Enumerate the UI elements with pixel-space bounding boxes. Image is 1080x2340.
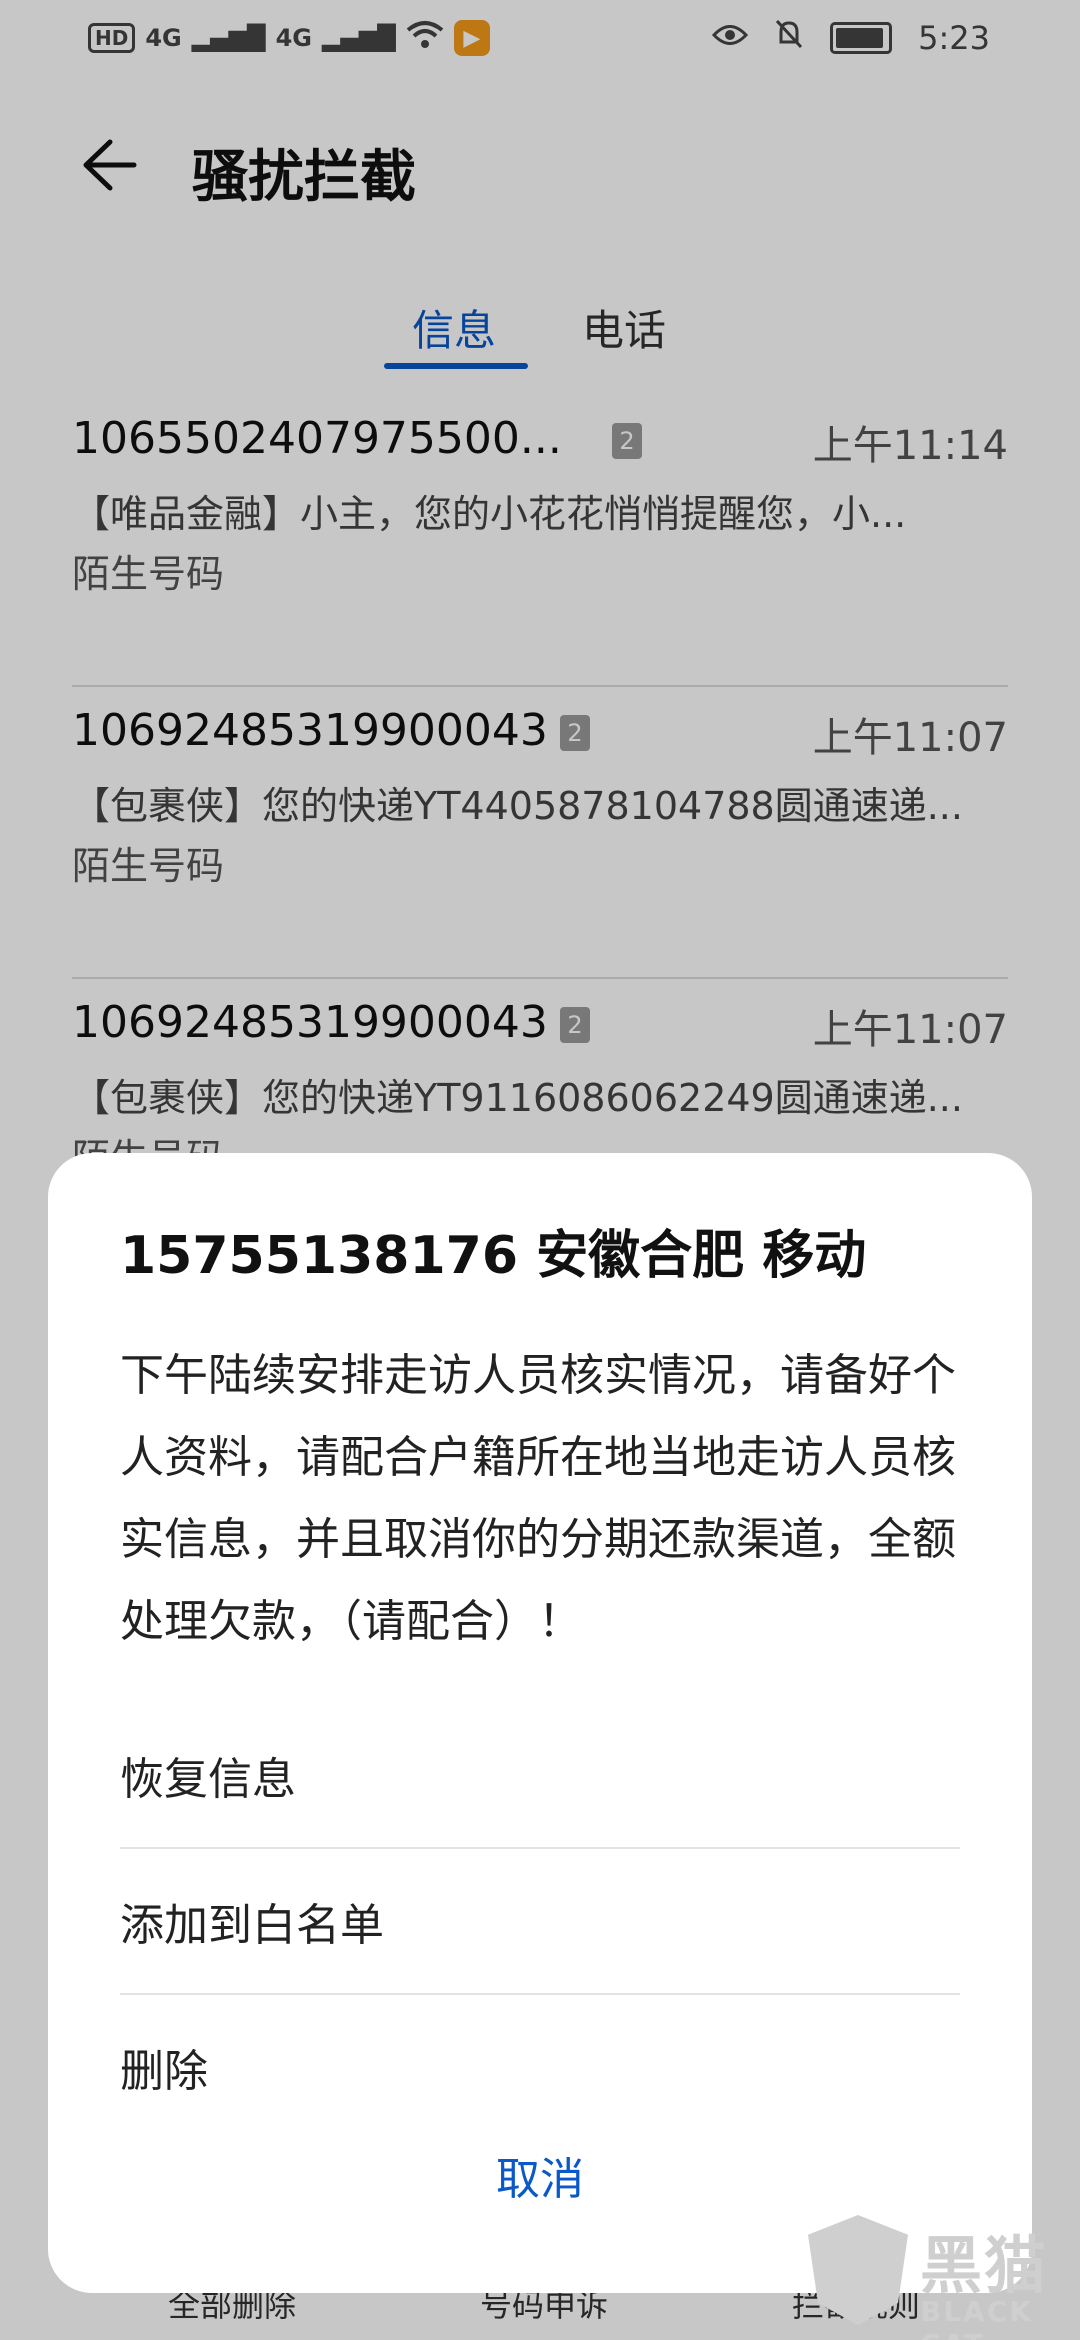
cat-shield-icon [808, 2215, 908, 2325]
watermark-cn: 黑猫 [920, 2229, 1049, 2302]
dialog-actions: 恢复信息 添加到白名单 删除 [120, 1703, 960, 2139]
watermark-en: BLACK CAT [920, 2295, 1034, 2340]
delete-button[interactable]: 删除 [120, 1995, 960, 2139]
add-to-whitelist-button[interactable]: 添加到白名单 [120, 1849, 960, 1995]
message-options-dialog: 15755138176 安徽合肥 移动 下午陆续安排走访人员核实情况，请备好个人… [48, 1153, 1032, 2293]
dialog-message-body: 下午陆续安排走访人员核实情况，请备好个人资料，请配合户籍所在地当地走访人员核实信… [120, 1350, 956, 1647]
black-cat-watermark: 黑猫 BLACK CAT [808, 2215, 1080, 2340]
dialog-title: 15755138176 安徽合肥 移动 [120, 1226, 867, 1286]
restore-message-button[interactable]: 恢复信息 [120, 1703, 960, 1849]
cancel-button[interactable]: 取消 [48, 2143, 1032, 2207]
